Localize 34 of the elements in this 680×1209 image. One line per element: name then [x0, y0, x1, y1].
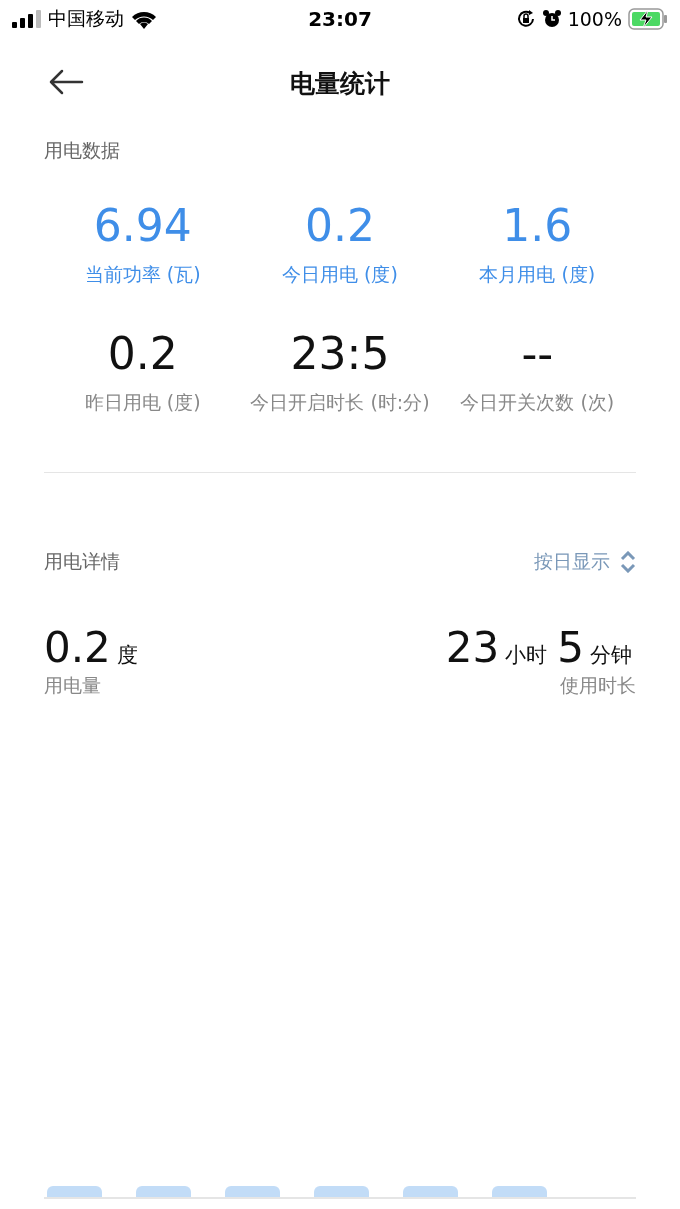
battery-charging-icon — [628, 8, 668, 30]
alarm-icon — [541, 9, 562, 29]
stat-label: 今日用电 (度) — [282, 262, 398, 287]
stat-label: 本月用电 (度) — [479, 262, 596, 287]
signal-icon — [12, 10, 42, 28]
usage-label: 用电量 — [44, 673, 102, 698]
minutes-unit: 分钟 — [590, 642, 632, 669]
stat-label: 昨日用电 (度) — [84, 390, 201, 415]
stat-value: 0.2 — [107, 332, 178, 376]
usage-value: 0.2 — [44, 627, 111, 669]
hours-value: 23 — [445, 627, 500, 669]
stat-label: 今日开启时长 (时:分) — [250, 390, 430, 415]
duration-label: 使用时长 — [560, 673, 636, 698]
stat-value: 6.94 — [93, 204, 192, 248]
page-title: 电量统计 — [290, 67, 390, 100]
stat-value: -- — [521, 332, 554, 376]
period-selector[interactable]: 按日显示 — [534, 549, 636, 575]
usage-unit: 度 — [116, 642, 138, 669]
wifi-icon — [130, 9, 158, 29]
back-arrow-icon[interactable] — [48, 69, 84, 95]
rotation-lock-icon — [515, 9, 536, 29]
stat-label: 今日开关次数 (次) — [460, 390, 615, 415]
carrier-name: 中国移动 — [48, 6, 124, 31]
battery-percent: 100% — [567, 8, 622, 30]
hours-unit: 小时 — [505, 642, 548, 669]
section-title: 用电详情 — [44, 549, 120, 574]
stat-label: 当前功率 (瓦) — [84, 262, 201, 287]
sort-chevrons-icon — [620, 551, 636, 573]
stat-value: 0.2 — [305, 204, 375, 248]
stat-value: 1.6 — [502, 204, 573, 248]
section-title: 用电数据 — [44, 138, 120, 163]
minutes-value: 5 — [557, 627, 584, 669]
stat-value: 23:5 — [290, 332, 390, 376]
status-time: 23:07 — [308, 7, 372, 31]
